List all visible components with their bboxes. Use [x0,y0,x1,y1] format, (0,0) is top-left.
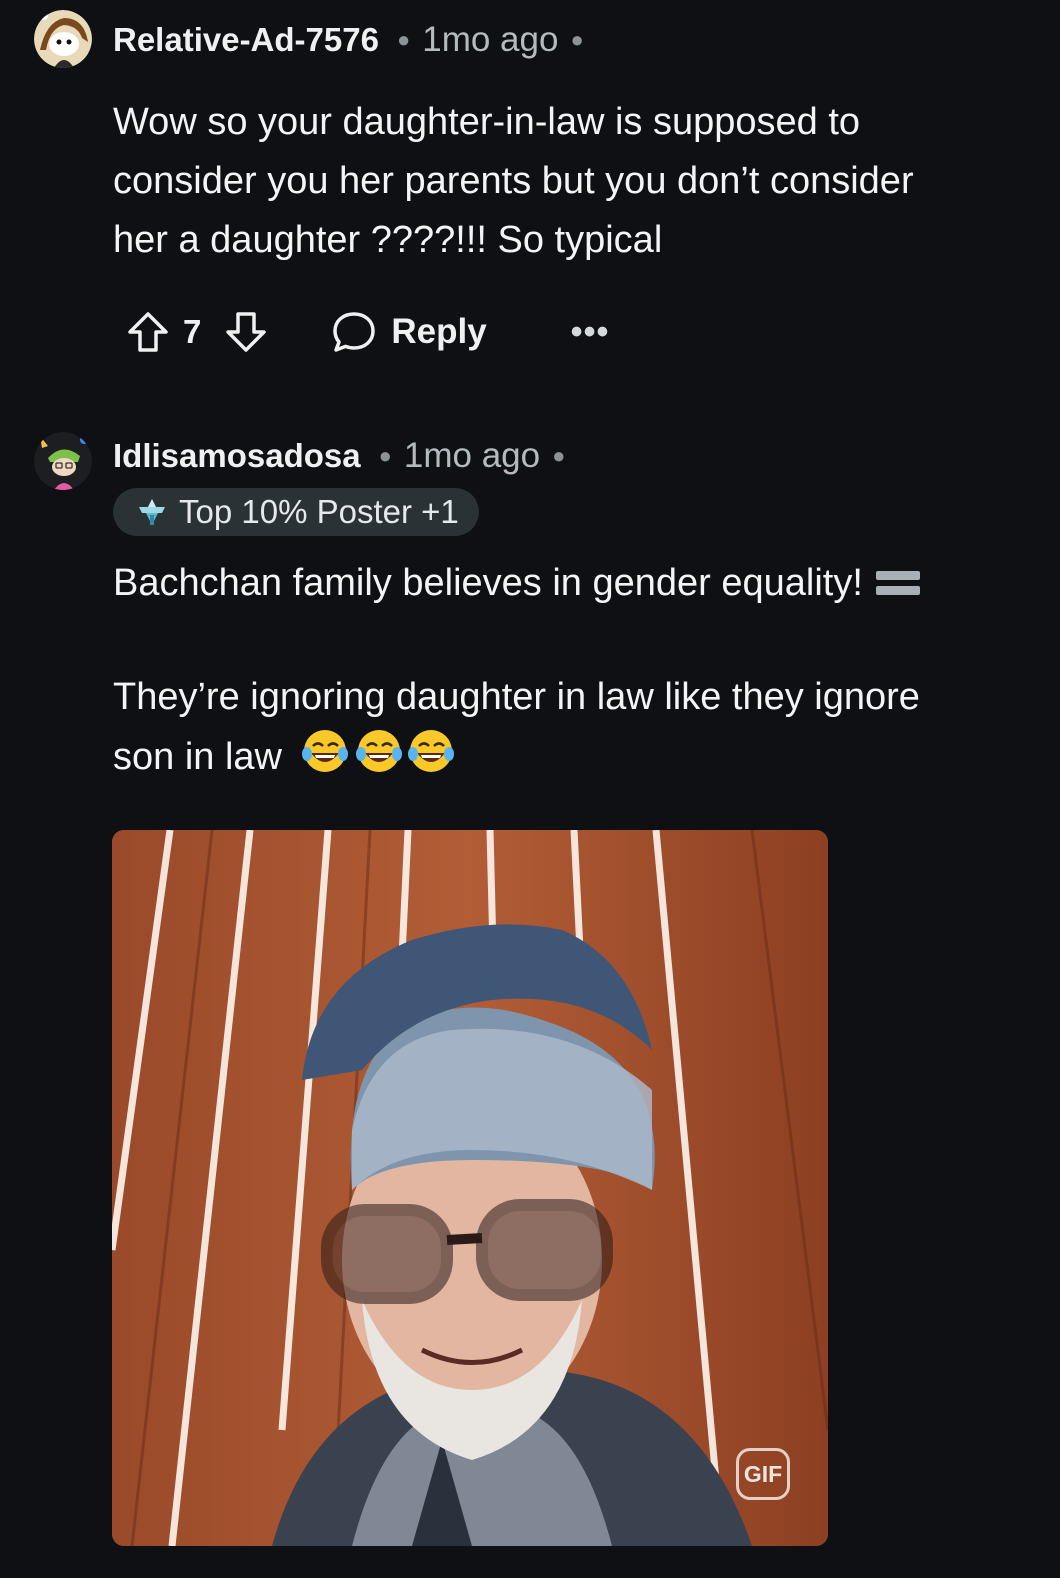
timestamp: 1mo ago [422,20,559,59]
comment-meta: Relative-Ad-7576 ● 1mo ago ● [113,20,584,60]
separator-dot: ● [378,443,392,468]
comment-line: They’re ignoring daughter in law like th… [113,676,920,718]
upvote-icon[interactable] [125,309,171,355]
trophy-badge-icon [139,499,165,525]
tears-of-joy-emoji-icon [301,727,457,793]
downvote-icon[interactable] [223,309,269,355]
comment-line: Wow so your daughter-in-law is supposed … [113,101,861,143]
comment-line: her a daughter ????!!! So typical [113,219,663,261]
avatar[interactable] [34,432,92,490]
comment-line: consider you her parents but you don’t c… [113,160,914,202]
timestamp: 1mo ago [403,436,541,475]
badge-label: Top 10% Poster +1 [179,493,459,530]
username[interactable]: Relative-Ad-7576 [113,21,379,59]
separator-dot: ● [570,27,584,52]
comment-text: son in law [113,736,282,778]
comment-actions: 7 Reply ••• [125,302,609,362]
gif-image [112,830,828,1546]
reply-label: Reply [391,312,487,351]
gif-label: GIF [736,1448,790,1500]
comment-line: Bachchan family believes in gender equal… [113,554,1013,619]
comment-body: Bachchan family believes in gender equal… [113,554,1013,793]
comment-bubble-icon [333,312,376,352]
more-icon[interactable]: ••• [571,315,610,349]
separator-dot: ● [552,443,566,468]
comment-1: Relative-Ad-7576 ● 1mo ago ● Wow so your… [0,0,1060,400]
comment-text: Bachchan family believes in gender equal… [113,562,863,604]
vote-count: 7 [183,313,202,350]
comment-body: Wow so your daughter-in-law is supposed … [113,93,1013,270]
avatar[interactable] [34,10,92,68]
equals-emoji-icon [873,560,923,619]
separator-dot: ● [396,27,411,52]
comment-line: son in law [113,727,1013,793]
user-flair-badge[interactable]: Top 10% Poster +1 [113,488,479,536]
username[interactable]: Idlisamosadosa [113,437,361,475]
comment-meta: Idlisamosadosa ● 1mo ago ● [113,436,565,476]
reply-button[interactable]: Reply [331,309,487,355]
gif-media[interactable]: GIF [112,830,828,1546]
